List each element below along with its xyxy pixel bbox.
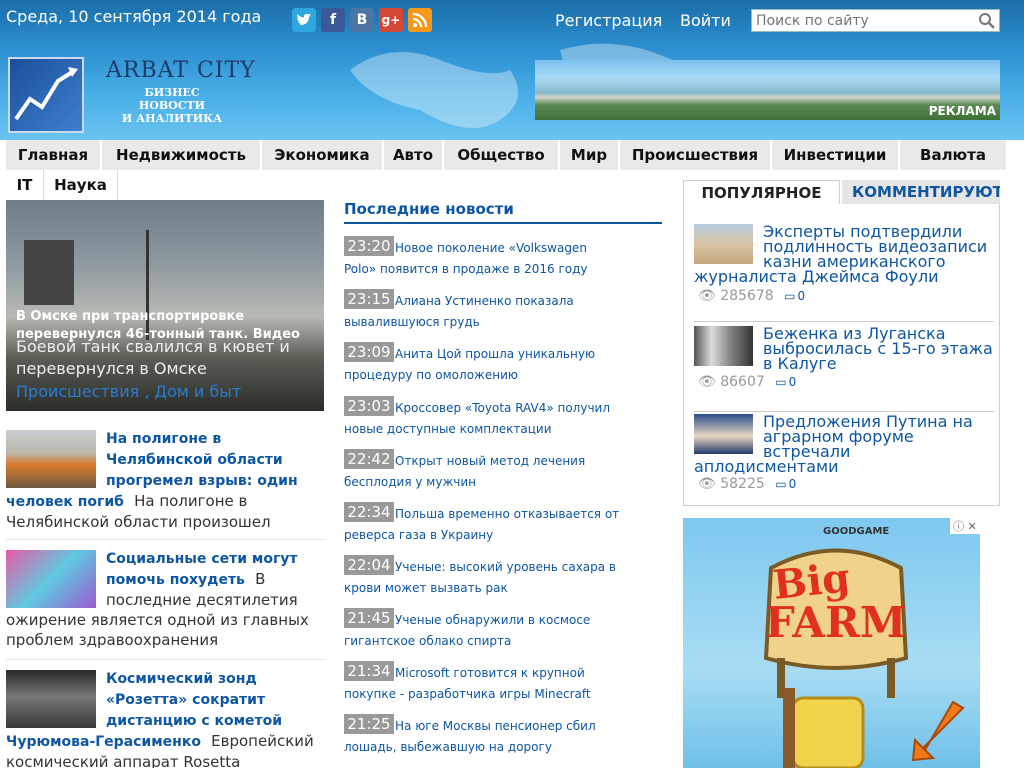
logo-tagline-line1: БИЗНЕС НОВОСТИ: [138, 86, 206, 112]
views-icon: 👁: [698, 288, 716, 304]
facebook-icon[interactable]: f: [321, 8, 345, 32]
latest-news-link[interactable]: Ученые: высокий уровень сахара в крови м…: [304, 557, 622, 599]
search-icon[interactable]: [978, 12, 996, 30]
comment-icon[interactable]: ▭: [784, 289, 795, 303]
news-card[interactable]: Космический зонд «Розетта» сократит дист…: [6, 668, 324, 768]
nav-item-society[interactable]: Общество: [444, 140, 560, 170]
popular-item[interactable]: Предложения Путина на аграрном форуме вс…: [694, 414, 994, 506]
main-nav: Главная Недвижимость Экономика Авто Обще…: [6, 140, 1006, 170]
game-title-word2: FARM: [765, 598, 907, 647]
nav-item-science[interactable]: Наука: [44, 170, 118, 200]
views-icon: 👁: [698, 476, 716, 492]
nav-item-home[interactable]: Главная: [6, 140, 102, 170]
hero-description: Боевой танк свалился в кювет и переверну…: [16, 337, 290, 378]
sidebar-ad-game[interactable]: ⓘ ✕ GOODGAME Big FARM: [683, 518, 980, 768]
latest-news-item[interactable]: 22:34 Польша временно отказывается от ре…: [344, 502, 662, 555]
game-brand: GOODGAME: [823, 526, 890, 537]
twitter-icon[interactable]: [292, 8, 316, 32]
comments-count[interactable]: 0: [789, 375, 797, 389]
hero-tags[interactable]: Происшествия , Дом и быт: [16, 382, 241, 401]
latest-news-link[interactable]: Microsoft готовится к крупной покупке - …: [304, 663, 622, 705]
popular-thumbnail[interactable]: [694, 224, 753, 264]
latest-news-link[interactable]: Открыт новый метод лечения бесплодия у м…: [304, 451, 622, 493]
logo-tagline-line2: И АНАЛИТИКА: [121, 112, 223, 125]
popular-meta: 👁 86607 ▭ 0: [698, 374, 796, 390]
logo-name[interactable]: ARBAT CITY: [106, 58, 256, 83]
comment-icon[interactable]: ▭: [775, 375, 786, 389]
rss-icon[interactable]: [408, 8, 432, 32]
popular-thumbnail[interactable]: [694, 326, 753, 366]
latest-news-link[interactable]: Новое поколение «Volkswagen Polo» появит…: [304, 238, 622, 280]
logo-chart-icon[interactable]: [8, 57, 84, 133]
latest-news-heading[interactable]: Последние новости: [344, 200, 662, 224]
ad-label: РЕКЛАМА: [928, 104, 996, 118]
latest-news-item[interactable]: 21:25 На юге Москвы пенсионер сбил лошад…: [344, 714, 662, 767]
news-thumbnail[interactable]: [6, 670, 96, 728]
latest-news-item[interactable]: 21:34 Microsoft готовится к крупной поку…: [344, 661, 662, 714]
latest-news-item[interactable]: 23:09 Анита Цой прошла уникальную процед…: [344, 342, 662, 395]
nav-item-currency[interactable]: Валюта: [900, 140, 1006, 170]
hero-photo-sign: [24, 240, 74, 305]
tab-commented[interactable]: КОММЕНТИРУЮТ: [842, 180, 1000, 204]
logo-tagline: БИЗНЕС НОВОСТИ И АНАЛИТИКА: [112, 86, 232, 125]
latest-news-link[interactable]: Алиана Устиненко показала вывалившуюся г…: [304, 291, 622, 333]
nav-item-it[interactable]: IT: [6, 170, 44, 200]
login-link[interactable]: Войти: [680, 11, 731, 30]
current-date: Среда, 10 сентября 2014 года: [6, 7, 262, 26]
google-plus-icon[interactable]: g+: [379, 8, 403, 32]
latest-news-item[interactable]: 23:15 Алиана Устиненко показала вываливш…: [344, 289, 662, 342]
nav-item-investments[interactable]: Инвестиции: [772, 140, 900, 170]
news-card[interactable]: На полигоне в Челябинской области прогре…: [6, 428, 324, 540]
register-link[interactable]: Регистрация: [555, 11, 662, 30]
popular-item[interactable]: Эксперты подтвердили подлинность видеоза…: [694, 224, 994, 322]
popular-item[interactable]: Беженка из Луганска выбросилась с 15-го …: [694, 326, 994, 412]
views-count: 285678: [720, 288, 774, 304]
ad-chick-graphic: [783, 688, 865, 768]
top-bar: Среда, 10 сентября 2014 года f B g+ Реги…: [0, 0, 1024, 40]
popular-list: Эксперты подтвердили подлинность видеоза…: [683, 204, 1000, 506]
latest-news-item[interactable]: 23:20 Новое поколение «Volkswagen Polo» …: [344, 236, 662, 289]
site-header: Среда, 10 сентября 2014 года f B g+ Реги…: [0, 0, 1024, 140]
vk-icon[interactable]: B: [350, 8, 374, 32]
comment-icon[interactable]: ▭: [775, 477, 786, 491]
latest-news-item[interactable]: 22:04 Ученые: высокий уровень сахара в к…: [344, 555, 662, 608]
news-thumbnail[interactable]: [6, 550, 96, 608]
search-input[interactable]: [752, 10, 972, 32]
latest-news-link[interactable]: Кроссовер «Toyota RAV4» получил новые до…: [304, 398, 622, 440]
comments-count[interactable]: 0: [797, 289, 805, 303]
latest-news-link[interactable]: Анита Цой прошла уникальную процедуру по…: [304, 344, 622, 386]
views-count: 58225: [720, 476, 765, 492]
tab-popular[interactable]: ПОПУЛЯРНОЕ: [683, 180, 840, 204]
hero-story[interactable]: В Омске при транспортировке перевернулся…: [6, 200, 324, 411]
site-search: [751, 9, 1000, 32]
popular-meta: 👁 285678 ▭ 0: [698, 288, 805, 304]
latest-news-link[interactable]: Польша временно отказывается от реверса …: [304, 504, 622, 546]
views-icon: 👁: [698, 374, 716, 390]
news-card[interactable]: Социальные сети могут помочь похудеть В …: [6, 548, 324, 660]
news-title[interactable]: Социальные сети могут помочь похудеть: [106, 551, 298, 588]
latest-news-item[interactable]: 22:42 Открыт новый метод лечения бесплод…: [344, 449, 662, 502]
arrow-icon: [911, 700, 965, 762]
ad-info-close-icon[interactable]: ⓘ ✕: [950, 518, 980, 534]
views-count: 86607: [720, 374, 765, 390]
popular-thumbnail[interactable]: [694, 414, 753, 454]
latest-news-item[interactable]: 23:03 Кроссовер «Toyota RAV4» получил но…: [344, 396, 662, 449]
sidebar-tabs: ПОПУЛЯРНОЕ КОММЕНТИРУЮТ: [683, 180, 1000, 204]
latest-news-link[interactable]: Ученые обнаружили в космосе гигантское о…: [304, 610, 622, 652]
comments-count[interactable]: 0: [789, 477, 797, 491]
news-thumbnail[interactable]: [6, 430, 96, 488]
header-ad-banner[interactable]: РЕКЛАМА: [535, 60, 1000, 120]
popular-meta: 👁 58225 ▭ 0: [698, 476, 796, 492]
latest-news-link[interactable]: На юге Москвы пенсионер сбил лошадь, выб…: [304, 716, 622, 758]
nav-item-incidents[interactable]: Происшествия: [620, 140, 772, 170]
nav-item-realty[interactable]: Недвижимость: [102, 140, 262, 170]
nav-item-world[interactable]: Мир: [560, 140, 620, 170]
nav-item-economy[interactable]: Экономика: [262, 140, 384, 170]
latest-news-item[interactable]: 21:45 Ученые обнаружили в космосе гигант…: [344, 608, 662, 661]
nav-item-auto[interactable]: Авто: [384, 140, 444, 170]
